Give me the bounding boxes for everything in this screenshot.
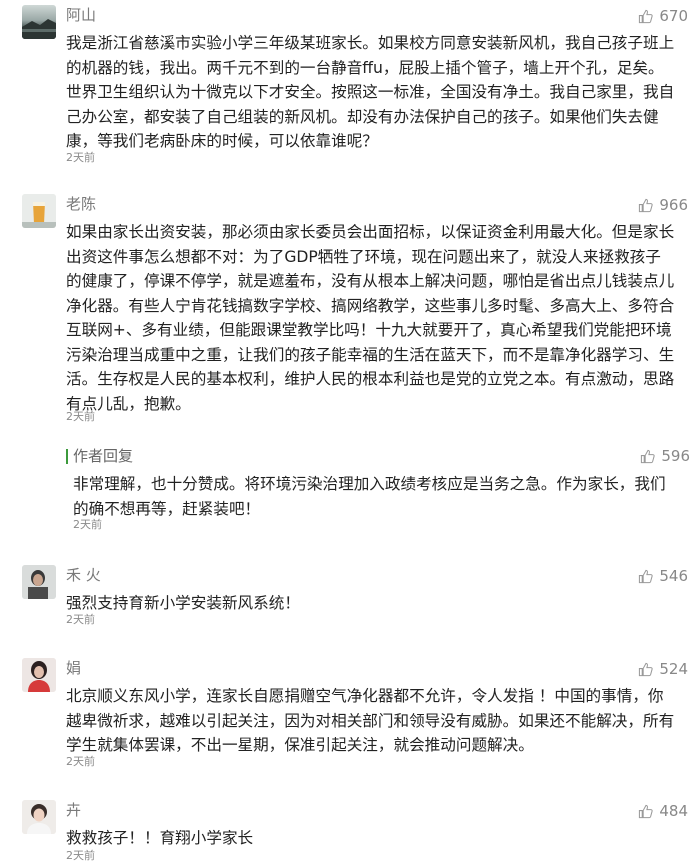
portrait-avatar-image xyxy=(22,800,56,834)
avatar[interactable] xyxy=(22,565,56,599)
like-button[interactable]: 484 xyxy=(638,802,688,820)
thumbs-up-icon xyxy=(639,804,654,818)
reply-title: 作者回复 xyxy=(73,447,134,465)
like-button[interactable]: 670 xyxy=(638,7,688,25)
avatar[interactable] xyxy=(22,5,56,39)
commenter-name[interactable]: 娟 xyxy=(66,658,81,678)
comment-text: 如果由家长出资安装，那必须由家长委员会出面招标，以保证资金利用最大化。但是家长 … xyxy=(66,223,675,413)
landscape-avatar-image xyxy=(22,19,56,39)
timestamp: 2天前 xyxy=(66,151,95,164)
avatar[interactable] xyxy=(22,194,56,228)
thumbs-up-icon xyxy=(641,449,656,463)
like-count: 524 xyxy=(659,660,688,678)
portrait-avatar-image xyxy=(22,658,56,692)
thumbs-up-icon xyxy=(639,198,654,212)
like-count: 596 xyxy=(661,447,690,465)
portrait-avatar-image xyxy=(22,565,56,599)
like-button[interactable]: 546 xyxy=(638,567,688,585)
comment-text: 北京顺义东风小学，连家长自愿捐赠空气净化器都不允许，令人发指 ！中国的事情，你 … xyxy=(66,687,675,754)
like-count: 670 xyxy=(659,7,688,25)
like-count: 484 xyxy=(659,802,688,820)
comment-text: 强烈支持育新小学安装新风系统！ xyxy=(66,594,300,612)
beer-glass-avatar-image xyxy=(22,194,56,228)
reply-like-button[interactable]: 596 xyxy=(640,447,690,465)
commenter-name[interactable]: 禾 火 xyxy=(66,565,101,585)
timestamp: 2天前 xyxy=(66,410,95,423)
like-button[interactable]: 524 xyxy=(638,660,688,678)
like-button[interactable]: 966 xyxy=(638,196,688,214)
thumbs-up-icon xyxy=(639,9,654,23)
thumbs-up-icon xyxy=(639,662,654,676)
timestamp: 2天前 xyxy=(73,518,102,531)
timestamp: 2天前 xyxy=(66,849,95,862)
timestamp: 2天前 xyxy=(66,613,95,626)
avatar[interactable] xyxy=(22,800,56,834)
comment-text: 救救孩子！！育翔小学家长 xyxy=(66,829,254,847)
thumbs-up-icon xyxy=(639,569,654,583)
reply-text: 非常理解，也十分赞成。将环境污染治理加入政绩考核应是当务之急。作为家长，我们 的… xyxy=(73,475,666,518)
commenter-name[interactable]: 阿山 xyxy=(66,5,96,25)
commenter-name[interactable]: 老陈 xyxy=(66,194,96,214)
avatar[interactable] xyxy=(22,658,56,692)
comment-text: 我是浙江省慈溪市实验小学三年级某班家长。如果校方同意安装新风机，我自己孩子班上 … xyxy=(66,34,675,150)
timestamp: 2天前 xyxy=(66,755,95,768)
reply-marker xyxy=(66,449,68,464)
like-count: 966 xyxy=(659,196,688,214)
commenter-name[interactable]: 卉 xyxy=(66,800,81,820)
like-count: 546 xyxy=(659,567,688,585)
